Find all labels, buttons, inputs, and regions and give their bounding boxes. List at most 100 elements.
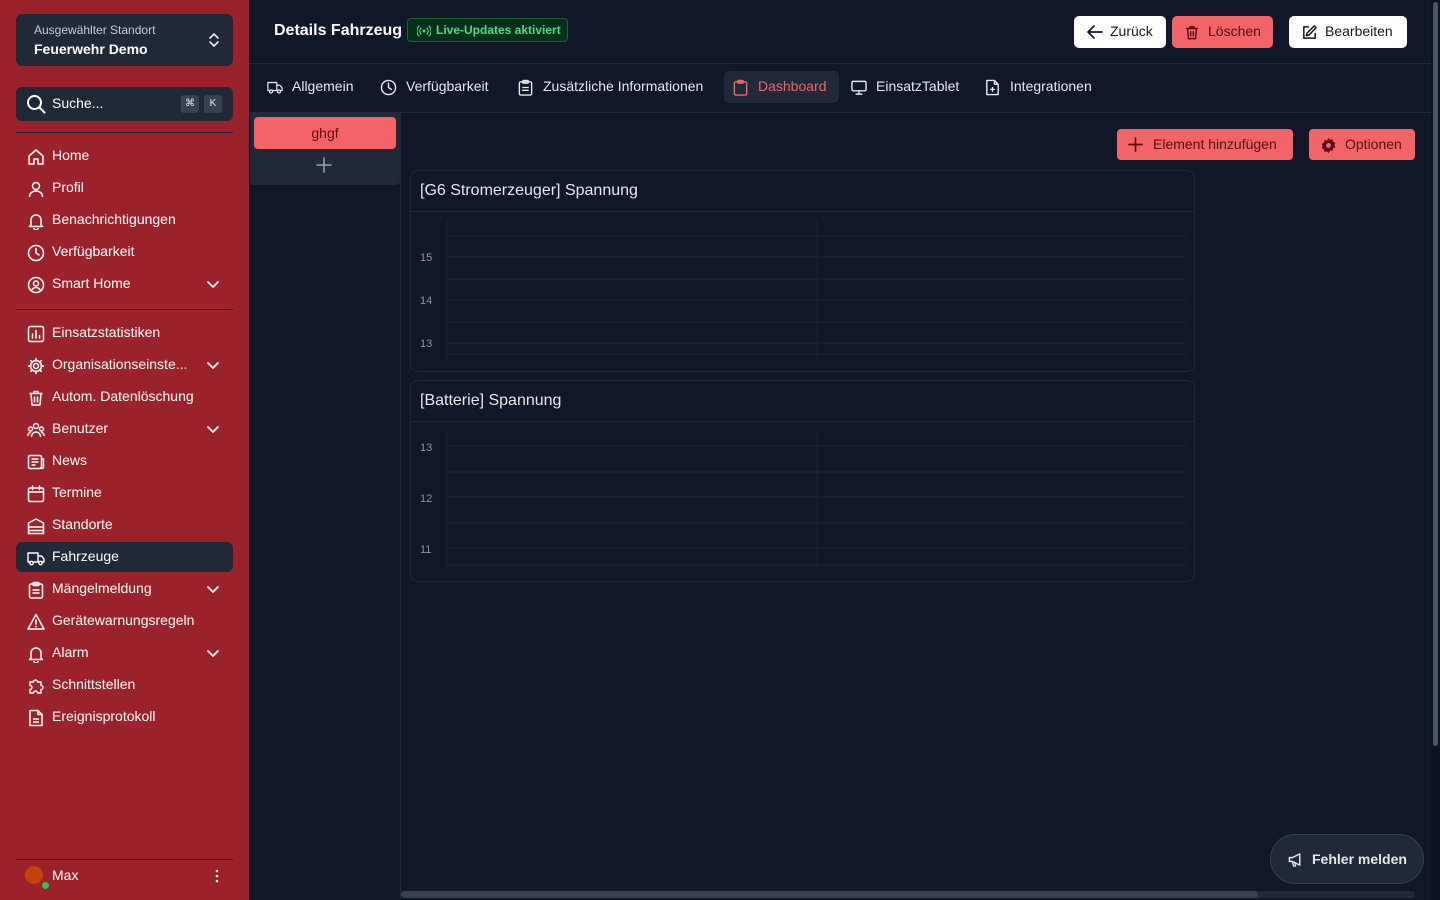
search-input[interactable]: Suche... ⌘ K (16, 87, 233, 121)
sidebar-item-label: Standorte (52, 516, 113, 532)
delete-button[interactable]: Löschen (1172, 16, 1273, 48)
y-tick-label: 15 (420, 252, 432, 264)
add-element-button[interactable]: Element hinzufügen (1117, 129, 1293, 160)
location-name: Feuerwehr Demo (34, 41, 148, 57)
sidebar-item-label: News (52, 452, 88, 468)
sidebar-item-datenloeschung[interactable]: Autom. Datenlöschung (16, 382, 233, 412)
monitor-icon (851, 80, 867, 95)
horizontal-scrollbar[interactable] (401, 891, 1415, 898)
tab-einsatztablet[interactable]: EinsatzTablet (842, 71, 970, 103)
y-tick-label: 12 (420, 493, 432, 505)
delete-label: Löschen (1208, 23, 1261, 39)
newspaper-icon (27, 454, 45, 470)
options-button[interactable]: Optionen (1309, 129, 1415, 160)
sidebar-item-label: Home (52, 147, 90, 163)
search-icon (27, 95, 46, 114)
avatar (25, 866, 43, 884)
sidebar-item-label: Termine (52, 484, 102, 500)
user-icon (28, 181, 44, 198)
sidebar-item-label: Verfügbarkeit (52, 243, 135, 259)
kbd-k: K (204, 95, 222, 113)
options-label: Optionen (1345, 136, 1402, 152)
back-label: Zurück (1110, 23, 1153, 39)
kbd-command: ⌘ (181, 95, 199, 113)
more-vertical-icon[interactable] (215, 869, 219, 883)
location-caption: Ausgewählter Standort (34, 23, 156, 37)
chevron-down-icon (207, 362, 219, 369)
sidebar-item-news[interactable]: News (16, 446, 233, 476)
trash-icon (1186, 26, 1198, 40)
clipboard-icon (733, 79, 748, 96)
sidebar-item-ereignisprotokoll[interactable]: Ereignisprotokoll (16, 702, 233, 732)
add-element-label: Element hinzufügen (1153, 136, 1277, 152)
chevron-down-icon (207, 586, 219, 593)
tab-label: EinsatzTablet (876, 78, 960, 94)
clipboard-icon (28, 581, 44, 599)
report-bug-button[interactable]: Fehler melden (1270, 834, 1424, 884)
sidebar: Ausgewählter Standort Feuerwehr Demo Suc… (0, 0, 249, 900)
scrollbar-thumb[interactable] (1433, 2, 1438, 746)
chart-card-stromerzeuger: [G6 Stromerzeuger] Spannung 15 14 13 (410, 170, 1195, 372)
user-menu[interactable]: Max (16, 862, 233, 890)
sidebar-item-label: Gerätewarnungsregeln (52, 612, 195, 628)
sidebar-item-label: Schnittstellen (52, 676, 136, 692)
tab-dashboard[interactable]: Dashboard (724, 71, 839, 103)
sidebar-item-fahrzeuge[interactable]: Fahrzeuge (16, 542, 233, 572)
location-switcher[interactable]: Ausgewählter Standort Feuerwehr Demo (16, 14, 233, 66)
sidebar-item-geraetewarnungsregeln[interactable]: Gerätewarnungsregeln (16, 606, 233, 636)
pencil-square-icon (1303, 25, 1317, 39)
document-icon (29, 709, 43, 727)
tab-label: Allgemein (292, 78, 354, 94)
plus-icon (1128, 137, 1143, 152)
sidebar-item-home[interactable]: Home (16, 141, 233, 171)
dashboard-item[interactable]: ghgf (254, 117, 396, 149)
sidebar-item-label: Einsatzstatistiken (52, 324, 161, 340)
chevron-down-icon (207, 281, 219, 288)
puzzle-icon (29, 679, 44, 694)
megaphone-icon (1288, 853, 1301, 867)
back-button[interactable]: Zurück (1074, 16, 1166, 48)
warning-icon (27, 613, 45, 630)
sidebar-item-schnittstellen[interactable]: Schnittstellen (16, 670, 233, 700)
sidebar-item-smart-home[interactable]: Smart Home (16, 269, 233, 299)
user-name: Max (52, 867, 79, 883)
vertical-scrollbar[interactable] (1431, 0, 1440, 900)
scrollbar-thumb[interactable] (401, 891, 1258, 898)
chart-card-batterie: [Batterie] Spannung 13 12 11 (410, 380, 1195, 582)
tab-allgemein[interactable]: Allgemein (258, 71, 363, 103)
sidebar-item-profil[interactable]: Profil (16, 173, 233, 203)
page-header: Details Fahrzeug Live-Updates aktiviert … (249, 0, 1431, 64)
truck-icon (267, 81, 283, 94)
sidebar-item-label: Benutzer (52, 420, 109, 436)
sidebar-item-benutzer[interactable]: Benutzer (16, 414, 233, 444)
sidebar-item-termine[interactable]: Termine (16, 478, 233, 508)
sidebar-item-organisationseinstellungen[interactable]: Organisationseinste... (16, 350, 233, 380)
tab-integrationen[interactable]: Integrationen (976, 71, 1106, 103)
y-tick-label: 13 (420, 442, 432, 454)
voltage-chart: 15 14 13 (420, 221, 1186, 359)
sidebar-item-label: Ereignisprotokoll (52, 708, 156, 724)
y-tick-label: 13 (420, 338, 432, 350)
tab-zusaetzliche-informationen[interactable]: Zusätzliche Informationen (509, 71, 717, 103)
live-updates-badge: Live-Updates aktiviert (407, 18, 568, 42)
live-updates-label: Live-Updates aktiviert (436, 23, 561, 37)
y-tick-label: 14 (420, 295, 432, 307)
sidebar-item-label: Organisationseinste... (52, 356, 188, 372)
calendar-icon (27, 485, 45, 503)
dashboard-list: ghgf (250, 113, 400, 185)
document-plus-icon (986, 79, 999, 96)
edit-button[interactable]: Bearbeiten (1289, 16, 1407, 48)
sidebar-item-maengelmeldung[interactable]: Mängelmeldung (16, 574, 233, 604)
sidebar-item-benachrichtigungen[interactable]: Benachrichtigungen (16, 205, 233, 235)
sidebar-divider (16, 859, 233, 860)
sidebar-item-alarm[interactable]: Alarm (16, 638, 233, 668)
tab-verfuegbarkeit[interactable]: Verfügbarkeit (372, 71, 500, 103)
online-status-dot (41, 881, 50, 890)
sidebar-item-standorte[interactable]: Standorte (16, 510, 233, 540)
sidebar-item-verfuegbarkeit[interactable]: Verfügbarkeit (16, 237, 233, 267)
dashboard-list-panel: ghgf (250, 113, 401, 900)
y-tick-label: 11 (420, 544, 431, 556)
sidebar-item-einsatzstatistiken[interactable]: Einsatzstatistiken (16, 318, 233, 348)
clipboard-icon (518, 79, 533, 96)
plus-icon[interactable] (316, 157, 332, 173)
